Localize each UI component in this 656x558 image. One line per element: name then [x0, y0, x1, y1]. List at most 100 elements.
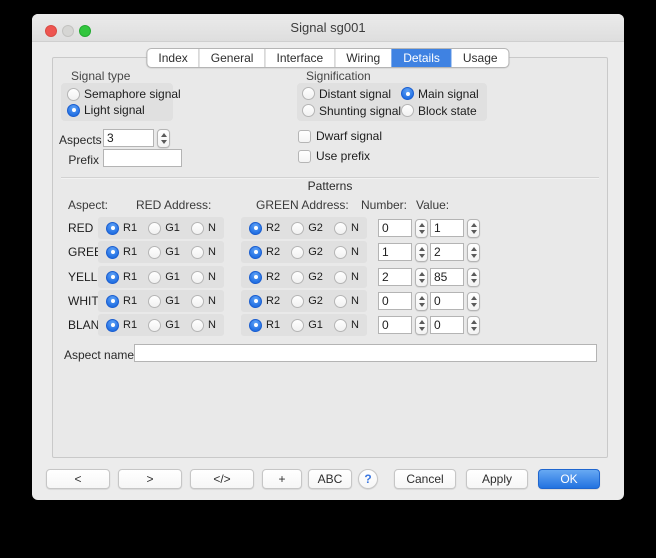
- radio-icon: [106, 246, 119, 259]
- apply-button[interactable]: Apply: [466, 469, 528, 489]
- pattern-number-input[interactable]: [378, 292, 412, 310]
- radio-option-n[interactable]: N: [334, 246, 359, 259]
- pattern-number-stepper[interactable]: [415, 268, 428, 287]
- radio-option-n[interactable]: N: [191, 222, 216, 235]
- cancel-button[interactable]: Cancel: [394, 469, 456, 489]
- abc-button[interactable]: ABC: [308, 469, 352, 489]
- radio-option-label: N: [351, 222, 359, 234]
- radio-icon: [291, 222, 304, 235]
- pattern-value-stepper[interactable]: [467, 268, 480, 287]
- use-prefix-checkbox-row[interactable]: Use prefix: [298, 149, 370, 163]
- radio-option-semaphore-signal[interactable]: Semaphore signal: [67, 87, 167, 101]
- radio-option-main-signal[interactable]: Main signal: [401, 87, 482, 101]
- pattern-green-address-group: R2 G2 N: [241, 217, 367, 239]
- radio-option-n[interactable]: N: [191, 271, 216, 284]
- radio-icon: [148, 246, 161, 259]
- pattern-number-input[interactable]: [378, 219, 412, 237]
- radio-option-r1[interactable]: R1: [106, 271, 137, 284]
- radio-option-r2[interactable]: R2: [249, 295, 280, 308]
- pattern-row: GREENR1G1NR2G2N: [53, 241, 607, 263]
- radio-option-r1[interactable]: R1: [106, 319, 137, 332]
- radio-option-g1[interactable]: G1: [291, 319, 323, 332]
- pattern-number-stepper[interactable]: [415, 292, 428, 311]
- radio-icon: [334, 246, 347, 259]
- dwarf-signal-checkbox[interactable]: [298, 130, 311, 143]
- pattern-row: YELLOWR1G1NR2G2N: [53, 266, 607, 288]
- tab-interface[interactable]: Interface: [264, 49, 334, 67]
- aspects-label: Aspects: [59, 133, 99, 147]
- pattern-value-input[interactable]: [430, 316, 464, 334]
- radio-option-n[interactable]: N: [334, 271, 359, 284]
- prev-button[interactable]: <: [46, 469, 110, 489]
- pattern-value-stepper[interactable]: [467, 219, 480, 238]
- radio-option-g1[interactable]: G1: [148, 271, 180, 284]
- radio-option-r2[interactable]: R2: [249, 222, 280, 235]
- pattern-value-stepper[interactable]: [467, 292, 480, 311]
- use-prefix-checkbox[interactable]: [298, 150, 311, 163]
- radio-option-g2[interactable]: G2: [291, 246, 323, 259]
- use-prefix-label: Use prefix: [316, 149, 370, 163]
- radio-option-g2[interactable]: G2: [291, 295, 323, 308]
- radio-option-n[interactable]: N: [334, 222, 359, 235]
- aspects-input[interactable]: [103, 129, 154, 147]
- radio-option-r1[interactable]: R1: [106, 222, 137, 235]
- aspect-names-input[interactable]: [134, 344, 597, 362]
- radio-option-light-signal[interactable]: Light signal: [67, 103, 167, 117]
- radio-option-r2[interactable]: R2: [249, 246, 280, 259]
- pattern-value-input[interactable]: [430, 243, 464, 261]
- pattern-number-input[interactable]: [378, 316, 412, 334]
- ok-button[interactable]: OK: [538, 469, 600, 489]
- tab-details[interactable]: Details: [391, 49, 451, 67]
- radio-option-r2[interactable]: R2: [249, 271, 280, 284]
- radio-option-n[interactable]: N: [334, 295, 359, 308]
- pattern-value-stepper[interactable]: [467, 316, 480, 335]
- radio-option-distant-signal[interactable]: Distant signal: [302, 87, 401, 101]
- radio-option-n[interactable]: N: [191, 295, 216, 308]
- help-button[interactable]: ?: [358, 469, 378, 489]
- radio-option-n[interactable]: N: [191, 319, 216, 332]
- pattern-value-input[interactable]: [430, 292, 464, 310]
- radio-option-n[interactable]: N: [334, 319, 359, 332]
- patterns-header-green: GREEN Address:: [256, 198, 349, 212]
- tab-usage[interactable]: Usage: [451, 49, 509, 67]
- pattern-number-stepper[interactable]: [415, 219, 428, 238]
- dwarf-signal-checkbox-row[interactable]: Dwarf signal: [298, 129, 382, 143]
- radio-option-g2[interactable]: G2: [291, 271, 323, 284]
- radio-option-label: R2: [266, 222, 280, 234]
- pattern-number-stepper[interactable]: [415, 316, 428, 335]
- add-button[interactable]: +: [262, 469, 302, 489]
- pattern-value-stepper[interactable]: [467, 243, 480, 262]
- pattern-row: REDR1G1NR2G2N: [53, 217, 607, 239]
- pattern-number-input[interactable]: [378, 243, 412, 261]
- radio-option-g1[interactable]: G1: [148, 319, 180, 332]
- radio-option-r1[interactable]: R1: [249, 319, 280, 332]
- tab-wiring[interactable]: Wiring: [334, 49, 391, 67]
- signal-type-group: Semaphore signal Light signal: [61, 83, 173, 121]
- radio-option-r1[interactable]: R1: [106, 246, 137, 259]
- radio-icon: [249, 295, 262, 308]
- pattern-number-input[interactable]: [378, 268, 412, 286]
- tab-general[interactable]: General: [199, 49, 265, 67]
- radio-option-label: N: [351, 295, 359, 307]
- radio-icon: [291, 246, 304, 259]
- radio-option-block-state[interactable]: Block state: [401, 104, 482, 118]
- radio-option-g1[interactable]: G1: [148, 295, 180, 308]
- code-button[interactable]: </>: [190, 469, 254, 489]
- radio-option-g2[interactable]: G2: [291, 222, 323, 235]
- radio-option-g1[interactable]: G1: [148, 222, 180, 235]
- tab-index[interactable]: Index: [147, 49, 198, 67]
- radio-option-shunting-signal[interactable]: Shunting signal: [302, 104, 401, 118]
- radio-option-label: G1: [165, 319, 180, 331]
- pattern-value-input[interactable]: [430, 219, 464, 237]
- radio-option-n[interactable]: N: [191, 246, 216, 259]
- radio-icon: [334, 222, 347, 235]
- titlebar[interactable]: Signal sg001: [32, 14, 624, 42]
- aspects-stepper[interactable]: [157, 129, 170, 148]
- radio-option-g1[interactable]: G1: [148, 246, 180, 259]
- radio-option-r1[interactable]: R1: [106, 295, 137, 308]
- prefix-input[interactable]: [103, 149, 182, 167]
- pattern-green-address-group: R2 G2 N: [241, 266, 367, 288]
- next-button[interactable]: >: [118, 469, 182, 489]
- pattern-value-input[interactable]: [430, 268, 464, 286]
- pattern-number-stepper[interactable]: [415, 243, 428, 262]
